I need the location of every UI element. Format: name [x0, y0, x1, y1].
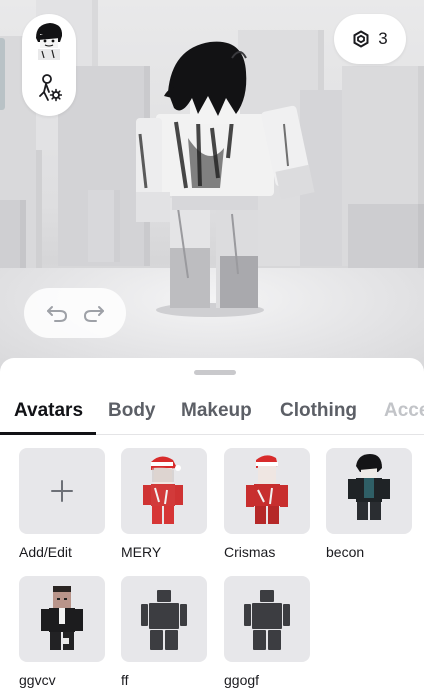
category-tabs: Avatars Body Makeup Clothing Acce [0, 396, 424, 436]
avatar-tile-mery[interactable] [121, 448, 207, 534]
avatar-3d-model [136, 41, 315, 317]
avatar-tile-crismas[interactable] [224, 448, 310, 534]
default-avatar-silhouette [244, 590, 290, 650]
avatar-tile-label: ff [121, 672, 129, 688]
avatar-crismas-thumbnail [246, 455, 288, 524]
tab-clothing[interactable]: Clothing [280, 400, 357, 422]
avatar-tile-label: MERY [121, 544, 162, 560]
panel-edge-tab[interactable] [0, 38, 5, 110]
tab-avatars[interactable]: Avatars [14, 400, 83, 422]
avatar-preview-scene[interactable]: 3 [0, 0, 424, 372]
avatar-tile-label: Crismas [224, 544, 276, 560]
plus-icon [51, 480, 73, 502]
tab-makeup[interactable]: Makeup [181, 400, 252, 422]
tab-accessories[interactable]: Acce [384, 400, 424, 422]
robux-count: 3 [378, 29, 388, 48]
undo-redo-bar [24, 288, 126, 338]
background-building [88, 190, 120, 262]
avatar-tile-ggvcv[interactable] [19, 576, 105, 662]
avatar-tile-ggogf[interactable] [224, 576, 310, 662]
robux-balance-button[interactable]: 3 [334, 14, 406, 64]
avatar-tile-label: ggogf [224, 672, 260, 688]
avatar-mery-thumbnail [143, 456, 183, 524]
avatar-tile-label: becon [326, 544, 365, 560]
active-tab-indicator [0, 432, 96, 435]
add-edit-avatar-tile[interactable] [19, 448, 105, 534]
avatar-becon-thumbnail [348, 454, 390, 520]
avatar-tile-becon[interactable] [326, 448, 412, 534]
avatar-editor-sheet: Avatars Body Makeup Clothing Acce Add/Ed… [0, 358, 424, 699]
avatar-side-rail [22, 14, 76, 116]
undo-icon[interactable] [45, 303, 69, 323]
avatar-headshot-icon[interactable] [30, 20, 68, 60]
robux-icon [353, 30, 369, 48]
background-building [348, 204, 424, 268]
avatar-tile-label: Add/Edit [19, 544, 72, 560]
tab-body[interactable]: Body [108, 400, 156, 422]
avatar-settings-icon[interactable] [38, 74, 62, 102]
avatar-tile-ff[interactable] [121, 576, 207, 662]
sheet-drag-handle[interactable] [194, 370, 236, 375]
redo-icon[interactable] [82, 303, 106, 323]
avatar-ggvcv-thumbnail [41, 586, 83, 650]
background-building [0, 200, 26, 268]
default-avatar-silhouette [141, 590, 187, 650]
avatar-tile-label: ggvcv [19, 672, 56, 688]
